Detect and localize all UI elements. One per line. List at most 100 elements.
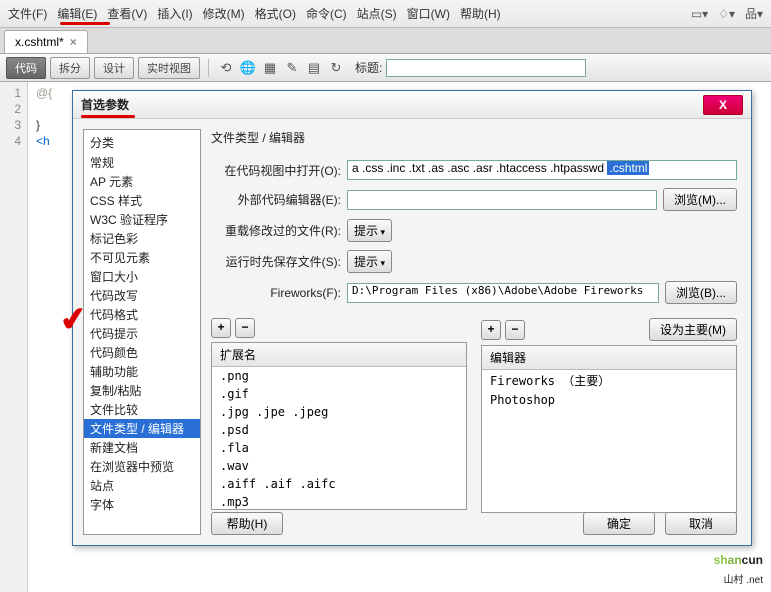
layout-dropdown-icon[interactable]: ▭▾: [691, 5, 708, 22]
reload-dropdown[interactable]: 提示: [347, 219, 392, 242]
preferences-dialog: 首选参数 X 分类 常规AP 元素CSS 样式W3C 验证程序标记色彩不可见元素…: [72, 90, 752, 546]
menu-edit[interactable]: 编辑(E): [57, 5, 97, 22]
tool-icon-1[interactable]: ⟲: [217, 59, 235, 77]
category-item[interactable]: 代码改写: [84, 286, 200, 305]
editors-header: 编辑器: [482, 346, 736, 370]
help-button[interactable]: 帮助(H): [211, 512, 283, 535]
category-item[interactable]: 站点: [84, 476, 200, 495]
category-item[interactable]: CSS 样式: [84, 191, 200, 210]
annotation-underline-edit: [60, 22, 110, 25]
line-gutter: 1 2 3 4: [0, 82, 28, 592]
menu-view[interactable]: 查看(V): [107, 5, 147, 22]
tool-icon-5[interactable]: ▤: [305, 59, 323, 77]
save-on-run-label: 运行时先保存文件(S):: [211, 253, 341, 270]
extension-item[interactable]: .png: [212, 367, 466, 385]
open-in-code-label: 在代码视图中打开(O):: [211, 162, 341, 179]
ext-add-button[interactable]: +: [211, 318, 231, 338]
ok-button[interactable]: 确定: [583, 512, 655, 535]
menu-site[interactable]: 站点(S): [357, 5, 397, 22]
view-split-button[interactable]: 拆分: [50, 57, 90, 79]
category-item[interactable]: 字体: [84, 495, 200, 514]
extension-item[interactable]: .mp3: [212, 493, 466, 510]
external-editor-label: 外部代码编辑器(E):: [211, 191, 341, 208]
tool-icon-refresh[interactable]: ↻: [327, 59, 345, 77]
category-item[interactable]: 窗口大小: [84, 267, 200, 286]
save-on-run-dropdown[interactable]: 提示: [347, 250, 392, 273]
menu-help[interactable]: 帮助(H): [460, 5, 501, 22]
separator: [208, 59, 209, 77]
extension-dropdown-icon[interactable]: 品▾: [745, 5, 763, 22]
category-item[interactable]: 代码颜色: [84, 343, 200, 362]
view-live-button[interactable]: 实时视图: [138, 57, 200, 79]
set-primary-button[interactable]: 设为主要(M): [649, 318, 737, 341]
editor-item[interactable]: Photoshop: [482, 391, 736, 409]
tab-bar: x.cshtml* ×: [0, 28, 771, 54]
category-item[interactable]: 不可见元素: [84, 248, 200, 267]
dialog-close-button[interactable]: X: [703, 95, 743, 115]
editor-remove-button[interactable]: −: [505, 320, 525, 340]
tab-close-icon[interactable]: ×: [70, 35, 77, 49]
search-dropdown-icon[interactable]: ♢▾: [718, 5, 735, 22]
annotation-underline-title: [81, 115, 135, 118]
category-item[interactable]: 常规: [84, 153, 200, 172]
category-item[interactable]: 新建文档: [84, 438, 200, 457]
category-list[interactable]: 分类 常规AP 元素CSS 样式W3C 验证程序标记色彩不可见元素窗口大小代码改…: [83, 129, 201, 535]
toolbar: 代码 拆分 设计 实时视图 ⟲ 🌐 ▦ ✎ ▤ ↻ 标题:: [0, 54, 771, 82]
tool-icon-3[interactable]: ▦: [261, 59, 279, 77]
document-tab[interactable]: x.cshtml* ×: [4, 30, 88, 53]
fireworks-label: Fireworks(F):: [211, 286, 341, 300]
extension-item[interactable]: .gif: [212, 385, 466, 403]
category-item[interactable]: 文件类型 / 编辑器: [84, 419, 200, 438]
menu-window[interactable]: 窗口(W): [407, 5, 450, 22]
annotation-checkmark: [57, 298, 89, 339]
line-num: 4: [0, 134, 21, 150]
category-item[interactable]: 复制/粘贴: [84, 381, 200, 400]
title-input[interactable]: [386, 59, 586, 77]
code-line: <h: [36, 134, 52, 150]
extension-item[interactable]: .psd: [212, 421, 466, 439]
ext-remove-button[interactable]: −: [235, 318, 255, 338]
view-design-button[interactable]: 设计: [94, 57, 134, 79]
extensions-header: 扩展名: [212, 343, 466, 367]
dialog-title: 首选参数: [81, 96, 129, 113]
dialog-titlebar: 首选参数 X: [73, 91, 751, 119]
menu-file[interactable]: 文件(F): [8, 5, 47, 22]
tool-icon-4[interactable]: ✎: [283, 59, 301, 77]
menu-format[interactable]: 格式(O): [255, 5, 296, 22]
category-header: 分类: [84, 132, 200, 153]
category-item[interactable]: 辅助功能: [84, 362, 200, 381]
category-item[interactable]: 代码提示: [84, 324, 200, 343]
extension-item[interactable]: .jpg .jpe .jpeg: [212, 403, 466, 421]
cancel-button[interactable]: 取消: [665, 512, 737, 535]
line-num: 2: [0, 102, 21, 118]
extensions-list[interactable]: 扩展名 .png.gif.jpg .jpe .jpeg.psd.fla.wav.…: [211, 342, 467, 510]
external-editor-browse-button[interactable]: 浏览(M)...: [663, 188, 737, 211]
watermark: shancun 山村 .net: [714, 543, 763, 586]
editor-item[interactable]: Fireworks （主要）: [482, 370, 736, 391]
editors-list[interactable]: 编辑器 Fireworks （主要）Photoshop: [481, 345, 737, 513]
menu-modify[interactable]: 修改(M): [203, 5, 245, 22]
category-item[interactable]: 在浏览器中预览: [84, 457, 200, 476]
menu-bar: 文件(F) 编辑(E) 查看(V) 插入(I) 修改(M) 格式(O) 命令(C…: [0, 0, 771, 28]
line-num: 3: [0, 118, 21, 134]
editor-add-button[interactable]: +: [481, 320, 501, 340]
menu-insert[interactable]: 插入(I): [157, 5, 192, 22]
view-code-button[interactable]: 代码: [6, 57, 46, 79]
code-area[interactable]: @{ } <h: [28, 82, 60, 592]
category-item[interactable]: AP 元素: [84, 172, 200, 191]
extension-item[interactable]: .aiff .aif .aifc: [212, 475, 466, 493]
external-editor-input[interactable]: [347, 190, 657, 210]
fireworks-input[interactable]: D:\Program Files (x86)\Adobe\Adobe Firew…: [347, 283, 659, 303]
extension-item[interactable]: .fla: [212, 439, 466, 457]
category-item[interactable]: 文件比较: [84, 400, 200, 419]
menu-command[interactable]: 命令(C): [306, 5, 347, 22]
tool-icon-globe[interactable]: 🌐: [239, 59, 257, 77]
fireworks-browse-button[interactable]: 浏览(B)...: [665, 281, 737, 304]
category-item[interactable]: W3C 验证程序: [84, 210, 200, 229]
extension-item[interactable]: .wav: [212, 457, 466, 475]
category-item[interactable]: 代码格式: [84, 305, 200, 324]
open-in-code-input[interactable]: a .css .inc .txt .as .asc .asr .htaccess…: [347, 160, 737, 180]
tab-label: x.cshtml*: [15, 35, 64, 49]
code-line: @{: [36, 86, 52, 102]
category-item[interactable]: 标记色彩: [84, 229, 200, 248]
